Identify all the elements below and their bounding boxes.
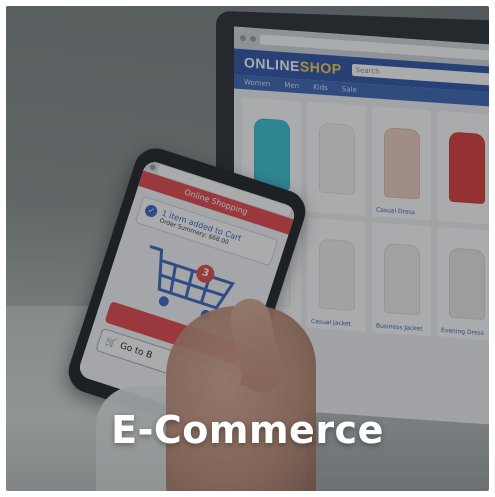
caption-title: E-Commerce	[111, 408, 384, 452]
photo-frame: ONLINESHOP Search Women Men Kids Sale Ca…	[6, 6, 489, 491]
